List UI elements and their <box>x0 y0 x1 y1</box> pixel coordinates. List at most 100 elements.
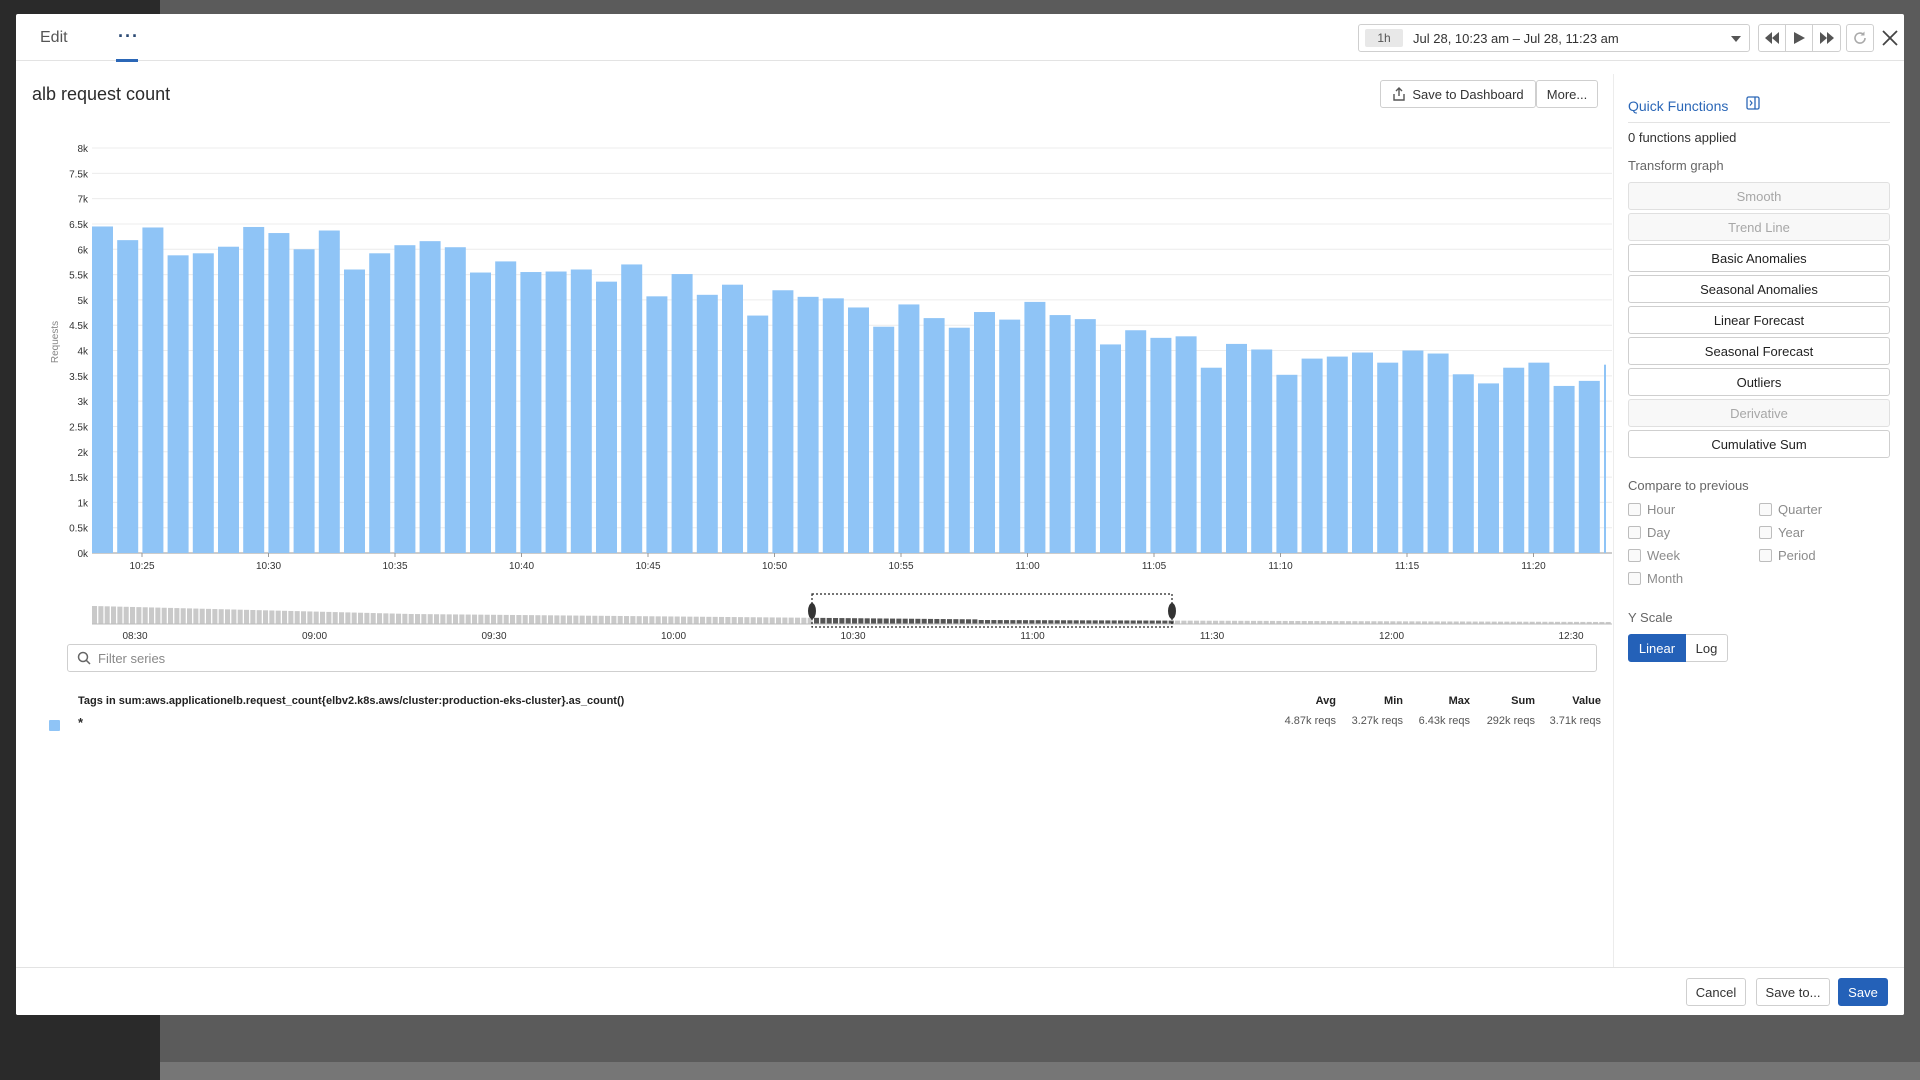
compare-hour-checkbox[interactable]: Hour <box>1628 502 1675 517</box>
chart-bar[interactable] <box>570 269 592 554</box>
legend-col-value[interactable]: Value <box>1541 695 1601 707</box>
save-button[interactable]: Save <box>1838 978 1888 1006</box>
chart-bar[interactable] <box>1604 364 1606 553</box>
chart-bar[interactable] <box>1352 352 1373 553</box>
chart-bar[interactable] <box>142 227 164 553</box>
chart-bar[interactable] <box>444 247 466 553</box>
legend-col-max[interactable]: Max <box>1410 695 1470 707</box>
chart-bar[interactable] <box>1427 353 1449 553</box>
legend-series-label[interactable]: * <box>78 715 83 730</box>
chart-bar[interactable] <box>1074 319 1096 553</box>
chart-bar[interactable] <box>873 326 895 553</box>
chart-bar[interactable] <box>1200 367 1222 553</box>
chart-bar[interactable] <box>470 272 491 553</box>
chart-bar[interactable] <box>797 296 819 553</box>
chart-bar[interactable] <box>1150 337 1172 553</box>
chart-bar[interactable] <box>520 272 542 553</box>
chart-bar[interactable] <box>848 307 869 553</box>
chart-bar[interactable] <box>1553 385 1575 553</box>
chart-bar[interactable] <box>1276 374 1298 553</box>
outliers-button[interactable]: Outliers <box>1628 368 1890 396</box>
chart-bar[interactable] <box>268 233 290 554</box>
smooth-button[interactable]: Smooth <box>1628 182 1890 210</box>
chart-bar[interactable] <box>92 226 113 553</box>
cancel-button[interactable]: Cancel <box>1686 978 1746 1006</box>
chart-bar[interactable] <box>1049 315 1071 553</box>
legend-col-avg[interactable]: Avg <box>1276 695 1336 707</box>
chart-bar[interactable] <box>218 246 239 553</box>
bar-chart[interactable]: 0k 0.5k 1k 1.5k 2k 2.5k 3k 3.5k 4k 4.5k 5k 5.5k 6k 6.… <box>32 122 1612 582</box>
seasonal-anomalies-button[interactable]: Seasonal Anomalies <box>1628 275 1890 303</box>
trend-line-button[interactable]: Trend Line <box>1628 213 1890 241</box>
cumulative-sum-button[interactable]: Cumulative Sum <box>1628 430 1890 458</box>
compare-year-checkbox[interactable]: Year <box>1759 525 1804 540</box>
chart-bar[interactable] <box>293 249 315 553</box>
chart-bar[interactable] <box>1326 356 1348 553</box>
chart-bar[interactable] <box>923 318 945 553</box>
chart-bar[interactable] <box>1100 344 1121 553</box>
chart-bar[interactable] <box>369 253 391 554</box>
chart-bar[interactable] <box>1226 343 1247 553</box>
chart-bar[interactable] <box>974 312 995 553</box>
navigator-handle-left[interactable] <box>808 603 816 619</box>
derivative-button[interactable]: Derivative <box>1628 399 1890 427</box>
legend-swatch[interactable] <box>49 720 60 731</box>
play-button[interactable] <box>1786 25 1813 51</box>
panel-icon[interactable] <box>1746 96 1760 110</box>
chart-bar[interactable] <box>1578 380 1600 553</box>
chart-bar[interactable] <box>545 271 567 553</box>
chart-bar[interactable] <box>1251 349 1273 553</box>
chart-bar[interactable] <box>696 294 718 553</box>
filter-series-field[interactable] <box>67 644 1597 672</box>
linear-forecast-button[interactable]: Linear Forecast <box>1628 306 1890 334</box>
chart-bar[interactable] <box>1402 350 1424 554</box>
chart-bar[interactable] <box>1024 301 1046 553</box>
chart-bar[interactable] <box>1452 374 1474 553</box>
chart-bar[interactable] <box>621 264 643 553</box>
compare-month-checkbox[interactable]: Month <box>1628 571 1683 586</box>
chart-bar[interactable] <box>1377 362 1399 553</box>
time-navigator[interactable]: 08:30 09:00 09:30 10:00 10:30 11:00 11:30 12:00… <box>72 574 1612 644</box>
compare-day-checkbox[interactable]: Day <box>1628 525 1670 540</box>
chart-bar[interactable] <box>344 269 365 554</box>
compare-quarter-checkbox[interactable]: Quarter <box>1759 502 1822 517</box>
filter-series-input[interactable] <box>98 649 1578 667</box>
y-scale-linear-button[interactable]: Linear <box>1628 634 1686 662</box>
tab-edit[interactable]: Edit <box>40 29 68 47</box>
chart-bar[interactable] <box>419 241 441 553</box>
chart-bar[interactable] <box>167 255 189 553</box>
chart-bar[interactable] <box>722 284 743 553</box>
chart-bar[interactable] <box>772 290 794 553</box>
refresh-button[interactable] <box>1846 24 1874 52</box>
legend-col-min[interactable]: Min <box>1343 695 1403 707</box>
chart-bar[interactable] <box>318 230 340 554</box>
tab-more[interactable]: ··· <box>116 22 138 62</box>
chart-bar[interactable] <box>1301 358 1323 553</box>
chart-bar[interactable] <box>747 315 769 553</box>
navigator-handle-right[interactable] <box>1168 603 1176 619</box>
chart-bar[interactable] <box>1125 330 1147 553</box>
chart-bar[interactable] <box>192 253 214 554</box>
y-scale-log-button[interactable]: Log <box>1686 634 1728 662</box>
chart-bar[interactable] <box>495 261 517 553</box>
more-options-button[interactable]: More... <box>1536 80 1598 108</box>
chart-bar[interactable] <box>117 240 139 553</box>
chart-bar[interactable] <box>999 319 1021 553</box>
chart-bar[interactable] <box>646 296 668 553</box>
close-button[interactable] <box>1878 26 1902 50</box>
compare-week-checkbox[interactable]: Week <box>1628 548 1680 563</box>
quick-functions-link[interactable]: Quick Functions <box>1628 98 1728 114</box>
skip-back-button[interactable] <box>1759 25 1786 51</box>
seasonal-forecast-button[interactable]: Seasonal Forecast <box>1628 337 1890 365</box>
chart-bar[interactable] <box>1478 383 1499 553</box>
chart-bar[interactable] <box>1175 336 1197 553</box>
chart-bar[interactable] <box>1503 367 1525 553</box>
chart-bar[interactable] <box>394 245 416 553</box>
chart-bar[interactable] <box>822 298 844 553</box>
chart-bar[interactable] <box>671 274 693 553</box>
compare-period-checkbox[interactable]: Period <box>1759 548 1816 563</box>
basic-anomalies-button[interactable]: Basic Anomalies <box>1628 244 1890 272</box>
chart-bar[interactable] <box>243 226 265 553</box>
chart-bar[interactable] <box>596 281 617 553</box>
chart-bar[interactable] <box>1528 362 1550 553</box>
